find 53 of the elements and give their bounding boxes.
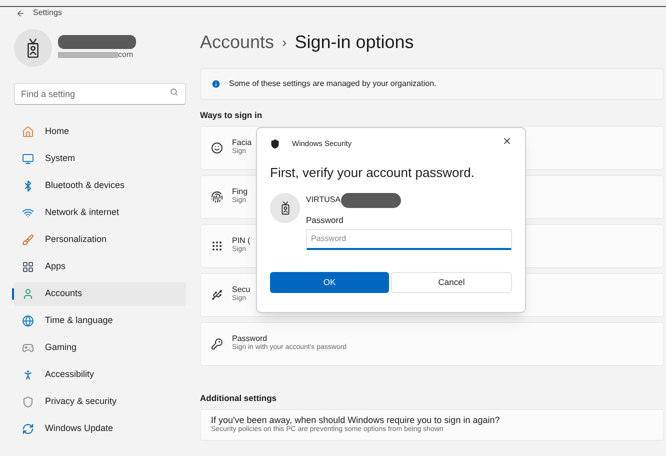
sidebar-item[interactable]: Accounts (14, 282, 186, 306)
sidebar-item[interactable]: Personalization (14, 228, 186, 252)
usb-key-icon (211, 288, 223, 301)
redaction-block (58, 52, 118, 58)
section-heading: Ways to sign in (200, 109, 264, 122)
search-icon (170, 88, 178, 96)
apps-icon (22, 261, 34, 273)
sidebar-item[interactable]: Windows Update (14, 417, 186, 441)
field-label: Password (306, 214, 344, 226)
sidebar-item[interactable]: Home (14, 120, 186, 144)
smile-icon (211, 142, 223, 154)
monitor-icon (22, 153, 34, 165)
brush-icon (22, 234, 34, 246)
globe-icon (22, 315, 34, 327)
key-icon (211, 338, 223, 350)
breadcrumb-separator: › (282, 33, 287, 52)
dialog-heading: First, verify your account password. (270, 164, 476, 182)
person-icon (22, 288, 34, 300)
keypad-icon (211, 240, 223, 252)
sidebar-item[interactable]: Bluetooth & devices (14, 174, 186, 198)
sidebar-item[interactable]: Gaming (14, 336, 186, 360)
id-badge-icon (25, 38, 41, 58)
bluetooth-icon (22, 180, 34, 192)
close-icon[interactable] (502, 136, 512, 146)
profile-email: com (118, 49, 134, 61)
section-heading: Additional settings (200, 392, 278, 404)
sidebar-item[interactable]: Time & language (14, 309, 186, 333)
home-icon (22, 126, 34, 138)
sidebar-item[interactable]: Privacy & security (14, 390, 186, 414)
page-title: Sign-in options (294, 31, 414, 54)
sidebar-item[interactable]: Network & internet (14, 201, 186, 225)
redaction-block (340, 192, 401, 208)
shield-icon (22, 396, 34, 408)
search-field[interactable]: Find a setting (14, 83, 186, 105)
ok-button[interactable]: OK (270, 272, 389, 292)
window-title: Settings (33, 9, 62, 17)
fingerprint-icon (211, 190, 223, 203)
info-bar: Some of these settings are managed by your organization. (200, 68, 664, 100)
info-icon (211, 79, 221, 89)
sidebar-item[interactable]: System (14, 147, 186, 171)
cancel-button[interactable]: Cancel (391, 272, 512, 292)
password-field[interactable]: Password (306, 228, 512, 250)
shield-icon (270, 138, 280, 149)
sidebar-item[interactable]: Apps (14, 255, 186, 279)
selection-indicator (12, 288, 14, 300)
sidebar-item[interactable]: Accessibility (14, 363, 186, 387)
id-badge-icon (280, 200, 290, 215)
gamepad-icon (22, 342, 34, 354)
back-icon[interactable] (16, 8, 25, 18)
breadcrumb-parent[interactable]: Accounts (200, 29, 274, 56)
user-name: VIRTUSA (306, 194, 341, 206)
accessibility-icon (22, 369, 34, 381)
refresh-icon (22, 423, 34, 435)
